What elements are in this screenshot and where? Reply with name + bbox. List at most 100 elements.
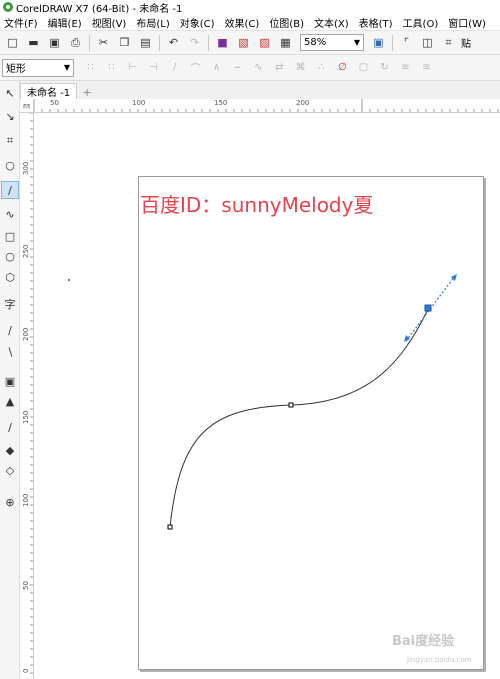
print-icon[interactable]: ⎙ (67, 34, 84, 51)
artistic-media-tool-icon[interactable]: ∿ (1, 205, 19, 223)
export-icon[interactable]: ▨ (256, 34, 273, 51)
freehand-tool-icon[interactable]: ∕ (1, 181, 19, 199)
connector-tool-icon[interactable]: ∖ (1, 343, 19, 361)
extend-curve-icon[interactable]: ⌘ (292, 59, 309, 76)
shape-type-select[interactable]: 矩形 ▼ (2, 58, 74, 77)
color-eyedropper-tool-icon[interactable]: ∕ (1, 418, 19, 436)
end-node-selected[interactable] (424, 304, 432, 312)
save-icon[interactable]: ▣ (46, 34, 63, 51)
menu-object[interactable]: 对象(C) (175, 15, 220, 30)
close-curve-icon[interactable]: ∅ (334, 59, 351, 76)
menu-bitmaps[interactable]: 位图(B) (264, 15, 309, 30)
baidu-jingyan-url: jingyan.baidu.com (407, 656, 472, 664)
interactive-fill-tool-icon[interactable]: ◆ (1, 441, 19, 459)
redo-icon[interactable]: ↷ (186, 34, 203, 51)
pick-tool-icon[interactable]: ↖ (1, 84, 19, 102)
h-ruler-label: 100 (132, 99, 146, 107)
delete-node-icon[interactable]: ∷ (103, 59, 120, 76)
start-node[interactable] (167, 524, 173, 530)
undo-icon[interactable]: ↶ (165, 34, 182, 51)
chevron-down-icon: ▼ (353, 38, 360, 47)
align-nodes-icon[interactable]: ≡ (397, 59, 414, 76)
h-ruler-label: 200 (296, 99, 310, 107)
drop-shadow-tool-icon[interactable]: ▣ (1, 372, 19, 390)
v-ruler-label: 200 (22, 327, 30, 341)
text-tool-icon[interactable]: 字 (1, 295, 19, 313)
crop-tool-icon[interactable]: ⌗ (1, 132, 19, 150)
symmetrical-node-icon[interactable]: ∿ (250, 59, 267, 76)
bezier-curve[interactable] (169, 308, 429, 528)
curve-drawing (67, 274, 457, 530)
ellipse-tool-icon[interactable]: ○ (1, 247, 19, 265)
v-ruler-label: 150 (22, 410, 30, 424)
v-ruler-label: 250 (22, 244, 30, 258)
convert-to-line-icon[interactable]: ∕ (166, 59, 183, 76)
snap-to-label[interactable]: 贴 (461, 35, 471, 50)
document-tab-bar: 未命名 -1 + (20, 81, 500, 99)
chevron-down-icon: ▼ (63, 63, 70, 72)
open-folder-icon[interactable]: ▬ (25, 34, 42, 51)
add-tool-icon[interactable]: ⊕ (1, 493, 19, 511)
drawing-canvas[interactable]: 百度ID：sunnyMelody夏 (34, 113, 500, 679)
add-document-icon[interactable]: + (79, 85, 95, 99)
extract-subpath-icon[interactable]: ∴ (313, 59, 330, 76)
paste-icon[interactable]: ▤ (137, 34, 154, 51)
coreldraw-window: CorelDRAW X7 (64-Bit) - 未命名 -1 文件(F) 编辑(… (0, 0, 500, 679)
zoom-level-select[interactable]: 58% ▼ (300, 34, 364, 51)
property-bar: 矩形 ▼ ∷ ∷ ⊢ ⊣ ∕ ⌒ ∧ ⌢ ∿ ⇄ ⌘ ∴ ∅ ▢ ↻ ≡ ≋ (0, 55, 500, 81)
smooth-node-icon[interactable]: ⌢ (229, 59, 246, 76)
mid-node[interactable] (288, 402, 294, 408)
horizontal-ruler[interactable]: 50 100 150 200 (34, 99, 500, 113)
add-node-icon[interactable]: ∷ (82, 59, 99, 76)
coreldraw-logo-icon (3, 2, 13, 12)
shape-type-value: 矩形 (6, 64, 26, 75)
toolbar-divider (208, 34, 209, 51)
search-content-icon[interactable]: ■ (214, 34, 231, 51)
reverse-direction-icon[interactable]: ⇄ (271, 59, 288, 76)
menu-effects[interactable]: 效果(C) (220, 15, 265, 30)
menu-layout[interactable]: 布局(L) (131, 15, 174, 30)
menu-window[interactable]: 窗口(W) (443, 15, 491, 30)
elastic-mode-icon[interactable]: ≋ (418, 59, 435, 76)
convert-to-curve-icon[interactable]: ⌒ (187, 59, 204, 76)
new-document-icon[interactable]: □ (4, 34, 21, 51)
v-ruler-label: 100 (22, 493, 30, 507)
menu-file[interactable]: 文件(F) (0, 15, 43, 30)
baidu-jingyan-logo: Bai度经验 (392, 634, 455, 649)
import-icon[interactable]: ▧ (235, 34, 252, 51)
full-screen-icon[interactable]: ▣ (370, 34, 387, 51)
standard-toolbar: □ ▬ ▣ ⎙ ✂ ❐ ▤ ↶ ↷ ■ ▧ ▨ ▦ 58% ▼ ▣ ⌜ ◫ ⌗ … (0, 31, 500, 55)
ruler-origin[interactable]: ㎜ (20, 99, 34, 113)
rotate-nodes-icon[interactable]: ↻ (376, 59, 393, 76)
h-ruler-label: 50 (50, 99, 59, 107)
publish-pdf-icon[interactable]: ▦ (277, 34, 294, 51)
stretch-nodes-icon[interactable]: ▢ (355, 59, 372, 76)
vertical-ruler[interactable]: 300 250 200 150 100 50 0 (20, 113, 34, 679)
break-curve-icon[interactable]: ⊣ (145, 59, 162, 76)
rectangle-tool-icon[interactable]: □ (1, 227, 19, 245)
document-tab[interactable]: 未命名 -1 (20, 83, 78, 99)
show-grid-icon[interactable]: ◫ (419, 34, 436, 51)
zoom-tool-icon[interactable]: ○ (1, 156, 19, 174)
menu-text[interactable]: 文本(X) (309, 15, 354, 30)
snap-to-icon[interactable]: ⌗ (440, 34, 457, 51)
smart-fill-tool-icon[interactable]: ◇ (1, 461, 19, 479)
copy-icon[interactable]: ❐ (116, 34, 133, 51)
shape-tool-icon[interactable]: ↘ (1, 107, 19, 125)
menu-tools[interactable]: 工具(O) (398, 15, 444, 30)
toolbar-divider (89, 34, 90, 51)
horizontal-ruler-ticks (34, 99, 499, 112)
show-rulers-icon[interactable]: ⌜ (398, 34, 415, 51)
join-nodes-icon[interactable]: ⊢ (124, 59, 141, 76)
menu-view[interactable]: 视图(V) (87, 15, 132, 30)
cusp-node-icon[interactable]: ∧ (208, 59, 225, 76)
transparency-tool-icon[interactable]: ▲ (1, 392, 19, 410)
menu-edit[interactable]: 编辑(E) (43, 15, 87, 30)
vertical-ruler-ticks (30, 113, 33, 674)
toolbar-divider (392, 34, 393, 51)
menu-table[interactable]: 表格(T) (354, 15, 398, 30)
cut-icon[interactable]: ✂ (95, 34, 112, 51)
v-ruler-label: 0 (22, 668, 30, 673)
parallel-dimension-tool-icon[interactable]: ∕ (1, 321, 19, 339)
polygon-tool-icon[interactable]: ⬡ (1, 268, 19, 286)
